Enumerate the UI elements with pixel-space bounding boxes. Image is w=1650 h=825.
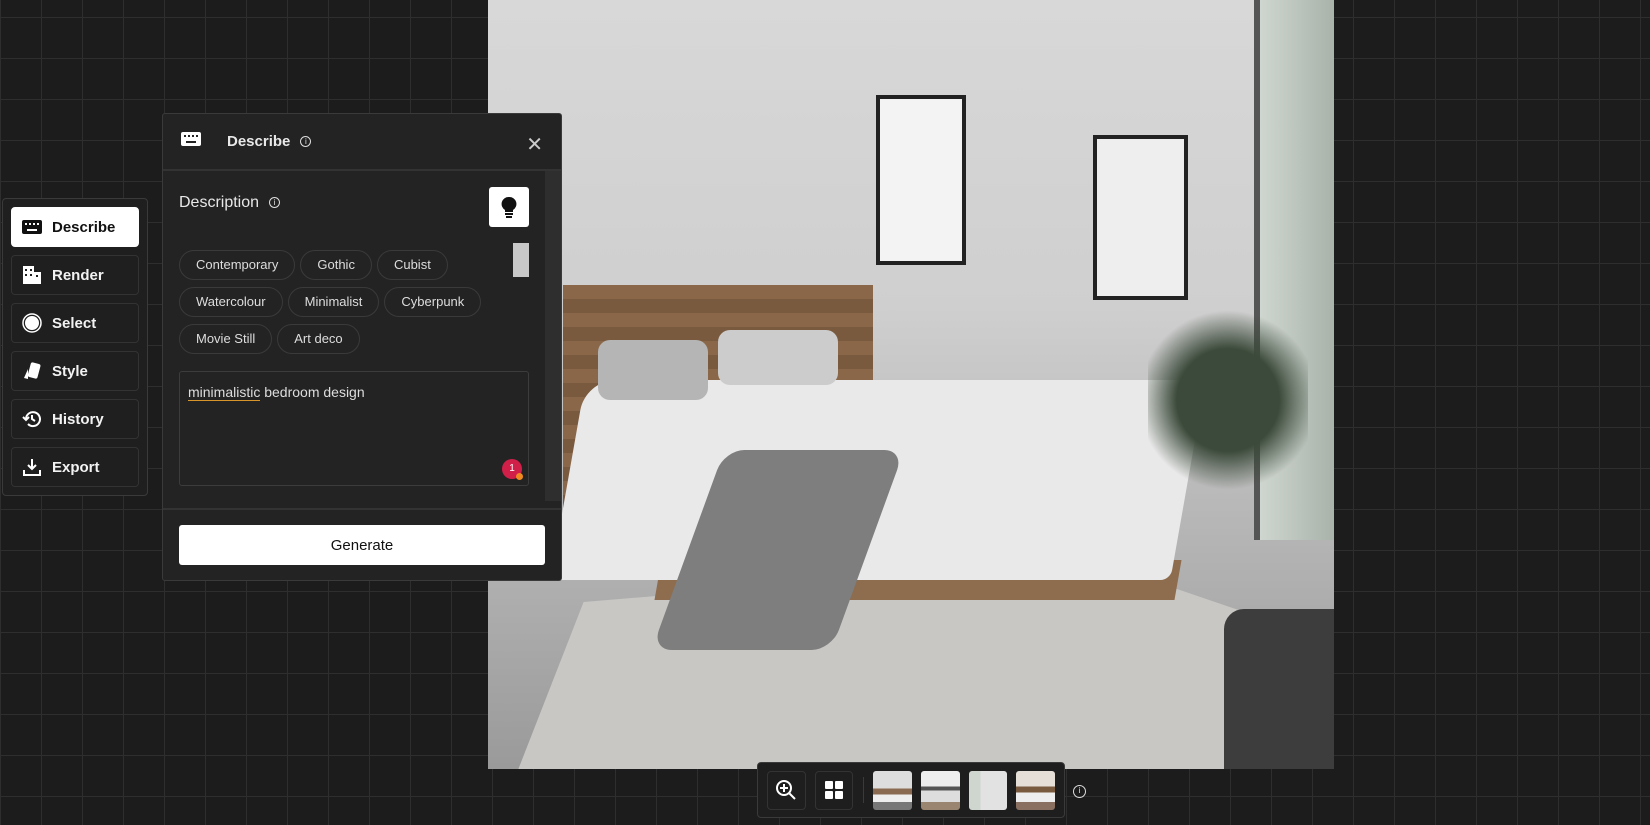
- lightbulb-icon: [501, 196, 517, 218]
- chip-watercolour[interactable]: Watercolour: [179, 287, 283, 317]
- style-chips: Contemporary Gothic Cubist Watercolour Mini…: [179, 250, 499, 361]
- zoom-in-icon: [776, 780, 797, 800]
- info-icon[interactable]: i: [1073, 785, 1086, 798]
- tool-sidebar: Describe Render Select Style History Exp…: [2, 198, 148, 496]
- chip-art-deco[interactable]: Art deco: [277, 324, 360, 354]
- sidebar-item-label: History: [52, 410, 104, 428]
- info-icon[interactable]: i: [269, 197, 281, 209]
- thumbnail-2[interactable]: [920, 770, 960, 810]
- history-icon: [22, 409, 42, 429]
- keyboard-icon: [22, 217, 42, 237]
- download-icon: [22, 457, 42, 477]
- sidebar-item-export[interactable]: Export: [11, 447, 139, 487]
- chip-contemporary[interactable]: Contemporary: [179, 250, 296, 280]
- sidebar-item-select[interactable]: Select: [11, 303, 139, 343]
- info-icon[interactable]: i: [300, 136, 312, 147]
- building-icon: [22, 265, 42, 285]
- scrollbar-thumb[interactable]: [513, 243, 529, 277]
- chip-cyberpunk[interactable]: Cyberpunk: [384, 287, 482, 317]
- style-cards-icon: [22, 361, 42, 381]
- sidebar-item-label: Style: [52, 362, 88, 380]
- sidebar-item-label: Export: [52, 458, 100, 476]
- sidebar-item-label: Describe: [52, 218, 116, 236]
- chip-gothic[interactable]: Gothic: [300, 250, 372, 280]
- section-title: Description: [179, 194, 260, 211]
- sidebar-item-label: Select: [52, 314, 97, 332]
- circle-select-icon: [22, 313, 42, 333]
- generate-button[interactable]: Generate: [179, 525, 545, 565]
- sidebar-item-describe[interactable]: Describe: [11, 207, 139, 247]
- scrollbar[interactable]: [545, 171, 561, 501]
- close-icon[interactable]: ✕: [526, 132, 543, 157]
- prompt-text: bedroom design: [260, 384, 365, 400]
- chip-cubist[interactable]: Cubist: [376, 250, 448, 280]
- sidebar-item-history[interactable]: History: [11, 399, 139, 439]
- thumbnail-1[interactable]: [873, 770, 912, 810]
- image-tray: [757, 762, 1065, 818]
- sidebar-item-style[interactable]: Style: [11, 351, 139, 391]
- grid-icon: [825, 781, 843, 799]
- generated-image: [488, 0, 1334, 769]
- sidebar-item-label: Render: [52, 266, 104, 284]
- grid-view-button[interactable]: [814, 770, 854, 810]
- chip-movie-still[interactable]: Movie Still: [179, 324, 273, 354]
- chip-minimalist[interactable]: Minimalist: [287, 287, 380, 317]
- sidebar-item-render[interactable]: Render: [11, 255, 139, 295]
- spellcheck-word: minimalistic: [188, 384, 261, 401]
- prompt-idea-button[interactable]: [489, 187, 529, 227]
- thumbnail-4[interactable]: [1016, 770, 1055, 810]
- badge-count: 1: [509, 463, 515, 474]
- panel-title: Describe: [227, 133, 291, 150]
- grammar-badge[interactable]: 1: [502, 459, 523, 480]
- zoom-button[interactable]: [767, 770, 806, 810]
- keyboard-icon: [181, 132, 201, 151]
- describe-panel: Describe i ✕ Description i Contemporary Go…: [162, 113, 562, 581]
- thumbnail-3[interactable]: [968, 770, 1008, 810]
- description-input[interactable]: minimalistic bedroom design 1: [179, 371, 529, 486]
